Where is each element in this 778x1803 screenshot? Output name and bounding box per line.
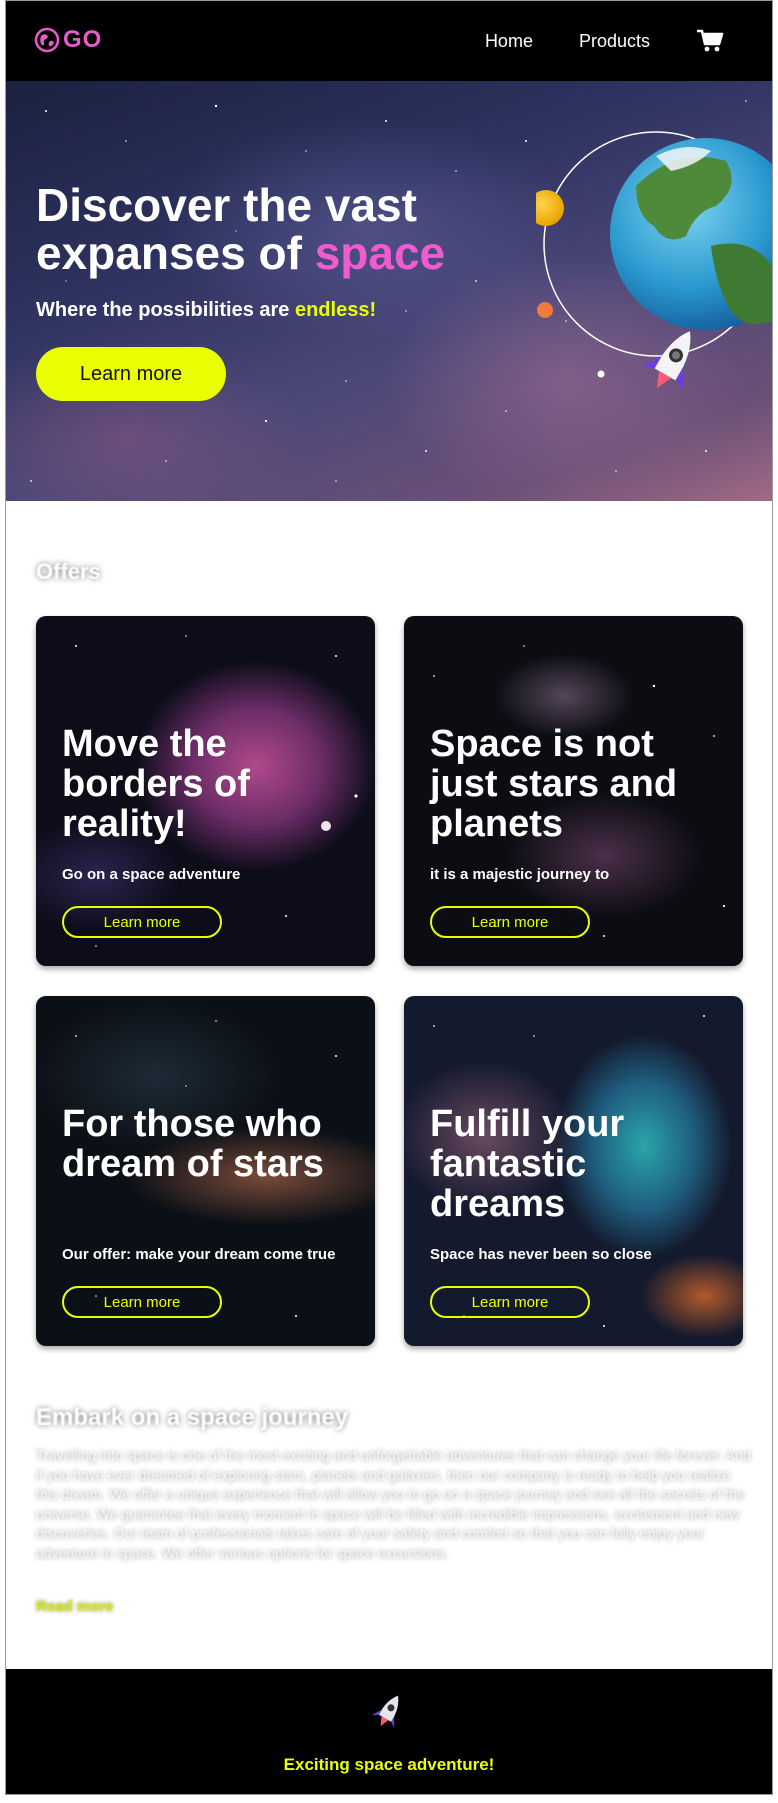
footer-tagline: Exciting space adventure! [283, 1755, 495, 1774]
read-more-link[interactable]: Read more [36, 1598, 114, 1615]
offer-card-3: For those who dream of stars Our offer: … [36, 996, 375, 1346]
offer-card-subtitle: it is a majestic journey to [430, 866, 610, 883]
logo-text: GO [63, 26, 103, 53]
logo[interactable]: GO [34, 27, 102, 53]
offer-card-4: Fulfill your fantastic dreams Space has … [404, 996, 743, 1346]
offers-section-title: Offers [36, 559, 101, 584]
orange-planet [537, 302, 553, 318]
offer-card-2: Space is not just stars and planets it i… [404, 616, 743, 966]
nav-home[interactable]: Home [485, 25, 533, 57]
offer-card-subtitle: Go on a space adventure [62, 866, 241, 883]
hero-subtitle: Where the possibilities are endless! [36, 299, 376, 322]
offer-card-learn-more-button[interactable]: Learn more [430, 906, 590, 938]
offer-card-learn-more-button[interactable]: Learn more [62, 906, 222, 938]
offer-card-learn-more-button[interactable]: Learn more [62, 1286, 222, 1318]
offer-card-title: Fulfill your fantastic dreams [430, 1103, 625, 1225]
sun-planet [536, 190, 564, 226]
offer-card-1: Move the borders of reality! Go on a spa… [36, 616, 375, 966]
rocket-illustration [642, 331, 691, 390]
globe-logo-icon [34, 27, 60, 53]
offer-card-title: Move the borders of reality! [62, 723, 250, 845]
top-navigation-bar: GO Home Products [6, 1, 772, 81]
hero-learn-more-button[interactable]: Learn more [36, 347, 226, 401]
main-nav: Home Products [485, 25, 724, 57]
offer-card-subtitle: Our offer: make your dream come true [62, 1246, 336, 1263]
nav-products[interactable]: Products [579, 25, 650, 57]
footer: Exciting space adventure! [6, 1669, 772, 1794]
offer-card-title: Space is not just stars and planets [430, 723, 678, 845]
offer-card-title: For those who dream of stars [62, 1103, 324, 1185]
offer-card-learn-more-button[interactable]: Learn more [430, 1286, 590, 1318]
hero-title: Discover the vast expanses of space [36, 181, 476, 277]
hero-subtitle-highlight: endless! [294, 299, 377, 321]
hero-subtitle-text: Where the possibilities are [36, 299, 295, 321]
offer-card-subtitle: Space has never been so close [430, 1246, 652, 1263]
rocket-icon [371, 1695, 399, 1729]
hero-title-highlight: space [314, 227, 446, 279]
cart-icon[interactable] [696, 28, 724, 54]
hero-section: Discover the vast expanses of space Wher… [6, 81, 772, 501]
earth-orbit-illustration [536, 131, 772, 390]
journey-section-title: Embark on a space journey [36, 1404, 349, 1431]
journey-description: Travelling into space is one of the most… [36, 1447, 751, 1561]
page-frame: GO Home Products Discover the vast expan… [5, 0, 773, 1795]
